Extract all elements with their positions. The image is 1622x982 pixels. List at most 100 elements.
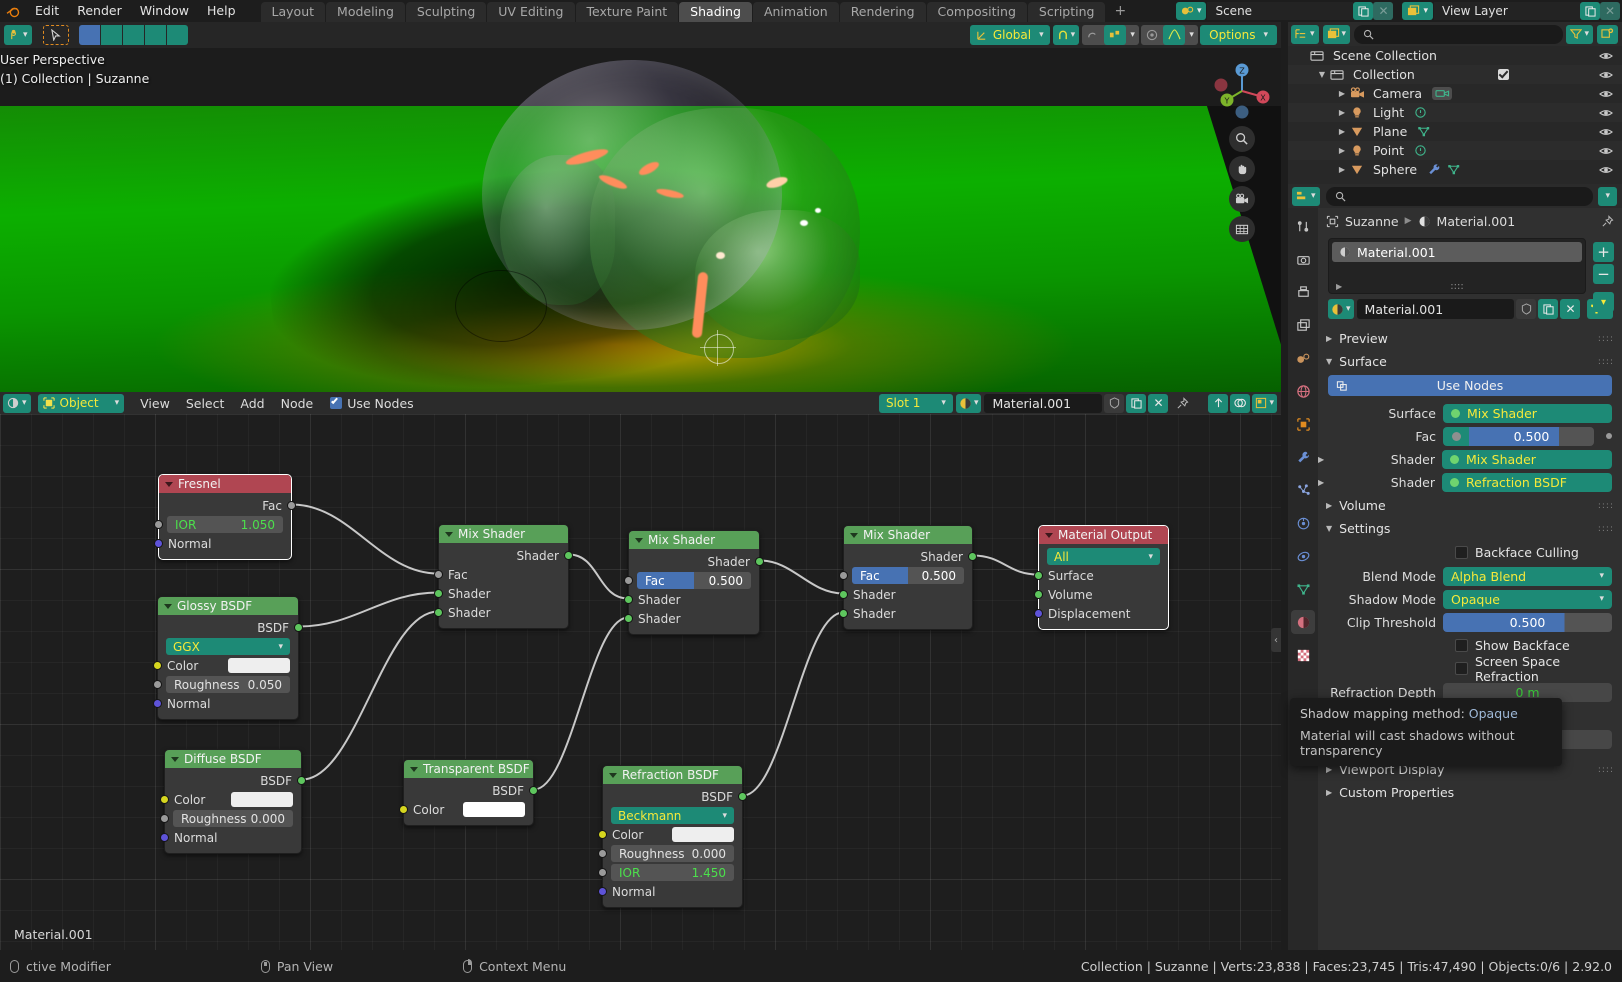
light-data-icon[interactable] [1414, 144, 1434, 157]
color-swatch[interactable] [672, 827, 734, 842]
output-socket[interactable] [294, 623, 303, 632]
node-value-field[interactable]: Roughness0.000 [173, 810, 293, 827]
zoom-button[interactable] [1229, 126, 1255, 152]
wrench-icon[interactable] [1427, 163, 1445, 176]
browse-material-button[interactable]: ▾ [956, 394, 982, 413]
visibility-eye-icon[interactable] [1599, 164, 1616, 176]
outliner-row-scene-collection[interactable]: Scene Collection [1288, 46, 1622, 65]
snap-node-button[interactable] [1208, 394, 1228, 413]
input-socket[interactable] [160, 833, 169, 842]
input-socket[interactable] [839, 609, 848, 618]
node-header[interactable]: Refraction BSDF [603, 766, 742, 784]
tab-tool[interactable] [1291, 214, 1315, 238]
select-mode-e[interactable] [167, 25, 188, 45]
node-refraction[interactable]: Refraction BSDFBSDFBeckmann▾ColorRoughne… [602, 765, 743, 908]
workspace-tab-sculpting[interactable]: Sculpting [406, 2, 486, 22]
list-expand-arrow[interactable]: ▶ [1336, 282, 1342, 291]
node-output[interactable]: Material OutputAll▾SurfaceVolumeDisplace… [1038, 525, 1169, 630]
fake-user-button[interactable] [1104, 394, 1124, 413]
material-slot-item[interactable]: Material.001 [1332, 242, 1582, 262]
node-slider-field[interactable]: Fac0.500 [637, 572, 751, 589]
visibility-eye-icon[interactable] [1599, 107, 1616, 119]
node-slider-field[interactable]: Fac0.500 [852, 567, 964, 584]
outliner-row-light[interactable]: ▶Light [1288, 103, 1622, 122]
shader-menu-node[interactable]: Node [273, 394, 322, 413]
panel-settings[interactable]: ▼ Settings :::: [1318, 517, 1622, 540]
workspace-tab-animation[interactable]: Animation [753, 2, 839, 22]
node-collapse-triangle[interactable] [635, 538, 643, 543]
disclosure-triangle[interactable]: ▶ [1334, 146, 1350, 155]
workspace-tab-modeling[interactable]: Modeling [326, 2, 405, 22]
select-box-button[interactable] [79, 25, 100, 45]
tab-view-layer[interactable] [1291, 313, 1315, 337]
input-socket[interactable] [154, 539, 163, 548]
visibility-eye-icon[interactable] [1599, 50, 1616, 62]
viewlayer-browse-button[interactable]: ▾ [1402, 2, 1433, 20]
fake-user-button[interactable] [1516, 299, 1536, 319]
input-socket[interactable] [153, 661, 162, 670]
use-nodes-button[interactable]: Use Nodes [1328, 375, 1612, 396]
blender-logo-icon[interactable] [0, 5, 26, 18]
pan-button[interactable] [1229, 156, 1255, 182]
panel-grip[interactable]: :::: [1598, 334, 1614, 344]
outliner[interactable]: ▾ ▾ ▾ [1288, 22, 1622, 184]
camera-view-button[interactable] [1229, 186, 1255, 212]
panel-surface[interactable]: ▼ Surface :::: [1318, 350, 1622, 373]
input-socket[interactable] [399, 805, 408, 814]
unlink-material-button[interactable]: ✕ [1148, 394, 1168, 413]
expand-arrow[interactable]: ▶ [1318, 455, 1330, 464]
node-value-field[interactable]: Roughness0.000 [611, 845, 734, 862]
output-socket[interactable] [287, 501, 296, 510]
node-header[interactable]: Diffuse BSDF [165, 750, 301, 768]
node-value-field[interactable]: IOR1.450 [611, 864, 734, 881]
panel-volume[interactable]: ▶ Volume :::: [1318, 494, 1622, 517]
input-socket[interactable] [1034, 590, 1043, 599]
material-name-field[interactable]: Material.001 [1357, 299, 1515, 319]
shader-menu-view[interactable]: View [132, 394, 178, 413]
menu-edit[interactable]: Edit [26, 1, 68, 21]
input-socket[interactable] [160, 795, 169, 804]
disclosure-triangle[interactable]: ▶ [1334, 127, 1350, 136]
disclosure-triangle[interactable]: ▼ [1314, 70, 1330, 79]
shader-node-canvas[interactable]: FresnelFacIOR1.050NormalGlossy BSDFBSDFG… [0, 414, 1281, 950]
animate-property-dot[interactable] [1606, 433, 1612, 439]
tool-editor-type-button[interactable]: ▾ [4, 25, 32, 45]
unlink-material-button[interactable]: ✕ [1560, 299, 1580, 319]
node-mix1[interactable]: Mix ShaderShaderFacShaderShader [438, 524, 569, 629]
outliner-search-input[interactable] [1354, 25, 1563, 44]
node-collapse-triangle[interactable] [164, 604, 172, 609]
mesh-data-icon[interactable] [1417, 125, 1437, 138]
viewlayer-name-field[interactable]: View Layer [1434, 2, 1580, 20]
node-mix3[interactable]: Mix ShaderShaderFac0.500ShaderShader [843, 525, 973, 630]
input-socket[interactable] [434, 608, 443, 617]
node-header[interactable]: Transparent BSDF [404, 760, 533, 778]
outliner-row-plane[interactable]: ▶Plane [1288, 122, 1622, 141]
node-diffuse[interactable]: Diffuse BSDFBSDFColorRoughness0.000Norma… [164, 749, 302, 854]
input-socket[interactable] [598, 887, 607, 896]
menu-render[interactable]: Render [68, 1, 131, 21]
breadcrumb-material[interactable]: Material.001 [1437, 214, 1516, 229]
snap-target-button[interactable] [1082, 25, 1104, 45]
node-value-field[interactable]: IOR1.050 [167, 516, 283, 533]
input-socket[interactable] [434, 570, 443, 579]
use-nodes-checkbox[interactable]: Use Nodes [330, 396, 413, 411]
panel-custom-properties[interactable]: ▶ Custom Properties [1318, 781, 1622, 804]
transform-orientation-selector[interactable]: Global▾ [970, 25, 1050, 45]
tab-texture[interactable] [1291, 643, 1315, 667]
node-header[interactable]: Material Output [1039, 526, 1168, 544]
node-collapse-triangle[interactable] [850, 533, 858, 538]
tab-object[interactable] [1291, 412, 1315, 436]
node-header[interactable]: Fresnel [159, 475, 291, 493]
active-tool-button[interactable] [43, 25, 69, 45]
node-collapse-triangle[interactable] [445, 532, 453, 537]
properties-editor[interactable]: ▾ ▾ [1288, 184, 1622, 950]
scene-browse-button[interactable]: ▾ [1176, 2, 1207, 20]
pin-button[interactable] [1170, 394, 1194, 413]
outliner-row-point[interactable]: ▶Point [1288, 141, 1622, 160]
clip-threshold-slider[interactable]: 0.500 [1443, 613, 1612, 632]
output-socket[interactable] [297, 776, 306, 785]
falloff-toggle[interactable] [1141, 25, 1163, 45]
output-socket[interactable] [564, 551, 573, 560]
input-socket[interactable] [598, 830, 607, 839]
node-header[interactable]: Mix Shader [844, 526, 972, 544]
